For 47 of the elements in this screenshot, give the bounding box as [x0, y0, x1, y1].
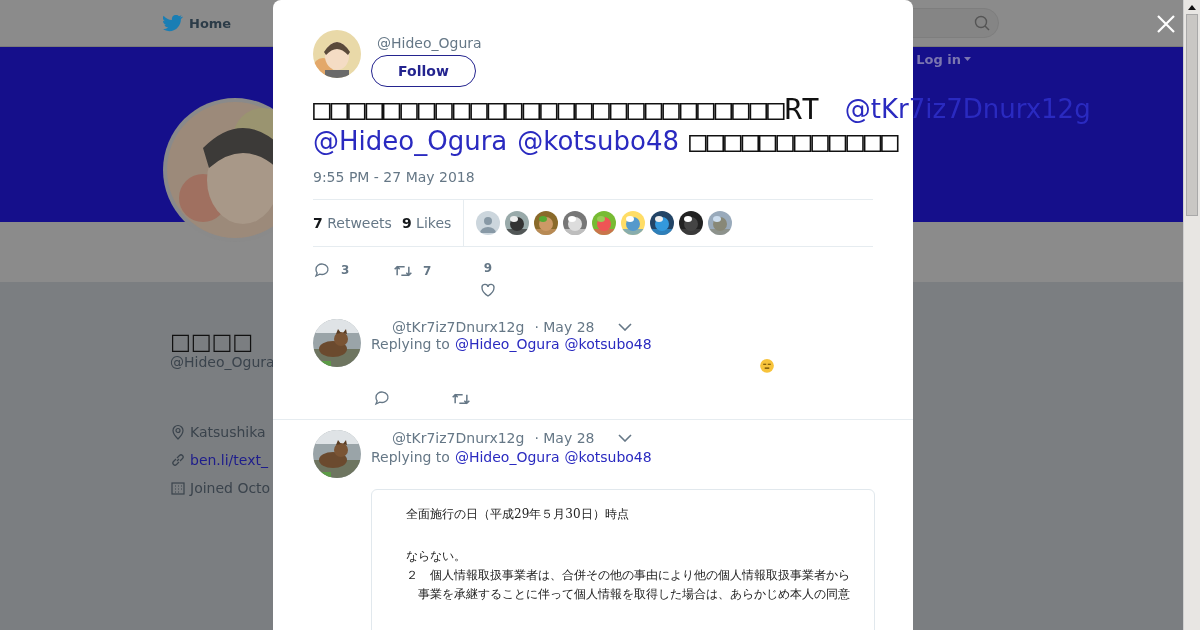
- profile-website-link[interactable]: ben.li/text_: [190, 452, 268, 468]
- expressionless-face-icon: [758, 359, 776, 373]
- chevron-down-icon[interactable]: [618, 323, 633, 331]
- reply-icon[interactable]: [313, 261, 331, 279]
- mention-link[interactable]: @Hideo_Ogura: [313, 126, 508, 156]
- replying-to-label: Replying to: [371, 448, 450, 465]
- mention-link[interactable]: @kotsubo48: [564, 448, 652, 465]
- caret-icon: [964, 57, 971, 61]
- replying-to-label: Replying to: [371, 336, 450, 353]
- reply-author-handle[interactable]: @tKr7iz7Dnurx12g: [392, 430, 525, 447]
- default-avatar-icon[interactable]: [476, 211, 501, 235]
- reply-button[interactable]: 3: [313, 261, 393, 279]
- reply-icon[interactable]: [373, 389, 391, 407]
- profile-location: Katsushika: [190, 424, 266, 440]
- up-arrow-icon[interactable]: [1188, 4, 1196, 10]
- reply-date[interactable]: · May 28: [534, 430, 595, 447]
- home-link[interactable]: Home: [189, 15, 232, 31]
- profile-handle: @Hideo_Ogura: [170, 354, 276, 370]
- link-icon: [170, 452, 186, 468]
- retweets-count[interactable]: 7 Retweets: [313, 215, 392, 231]
- retweet-button[interactable]: 7: [393, 261, 473, 281]
- mention-link[interactable]: @kotsubo48: [564, 336, 652, 353]
- tweet-timestamp: 9:55 PM - 27 May 2018: [313, 169, 476, 185]
- close-icon[interactable]: [1156, 14, 1176, 34]
- location-pin-icon: [170, 424, 186, 440]
- tweet-text-line: @Hideo_Ogura @kotsubo48 □□□□□□□□□□□□: [313, 125, 900, 157]
- document-line: ならない。: [406, 547, 467, 565]
- login-link[interactable]: Log in: [916, 51, 971, 67]
- reply-author-handle[interactable]: @tKr7iz7Dnurx12g: [392, 319, 525, 335]
- document-line: ２ 個人情報取扱事業者は、合併その他の事由により他の個人情報取扱事業者から: [406, 566, 851, 584]
- mention-link[interactable]: @kotsubo48: [517, 126, 680, 156]
- chevron-down-icon[interactable]: [618, 434, 633, 443]
- like-button[interactable]: 9: [479, 261, 497, 299]
- mention-link[interactable]: @Hideo_Ogura: [454, 448, 560, 465]
- heart-icon[interactable]: [479, 281, 497, 299]
- document-line: 事業を承継することに伴って個人情報を取得した場合は、あらかじめ本人の同意: [417, 585, 851, 603]
- profile-joined-date: Joined Octo: [190, 480, 271, 496]
- calendar-icon: [170, 480, 186, 496]
- follow-button[interactable]: Follow: [371, 55, 476, 87]
- profile-name: □□□□: [170, 330, 255, 354]
- author-handle: @Hideo_Ogura: [377, 35, 482, 51]
- reply-date[interactable]: · May 28: [534, 319, 595, 335]
- scrollbar[interactable]: [1183, 0, 1200, 630]
- likes-count[interactable]: 9 Likes: [401, 215, 452, 231]
- scrollbar-thumb[interactable]: [1186, 14, 1198, 216]
- document-heading: 全面施行の日（平成29年５月30日）時点: [406, 505, 630, 523]
- mention-link[interactable]: @Hideo_Ogura: [454, 336, 560, 353]
